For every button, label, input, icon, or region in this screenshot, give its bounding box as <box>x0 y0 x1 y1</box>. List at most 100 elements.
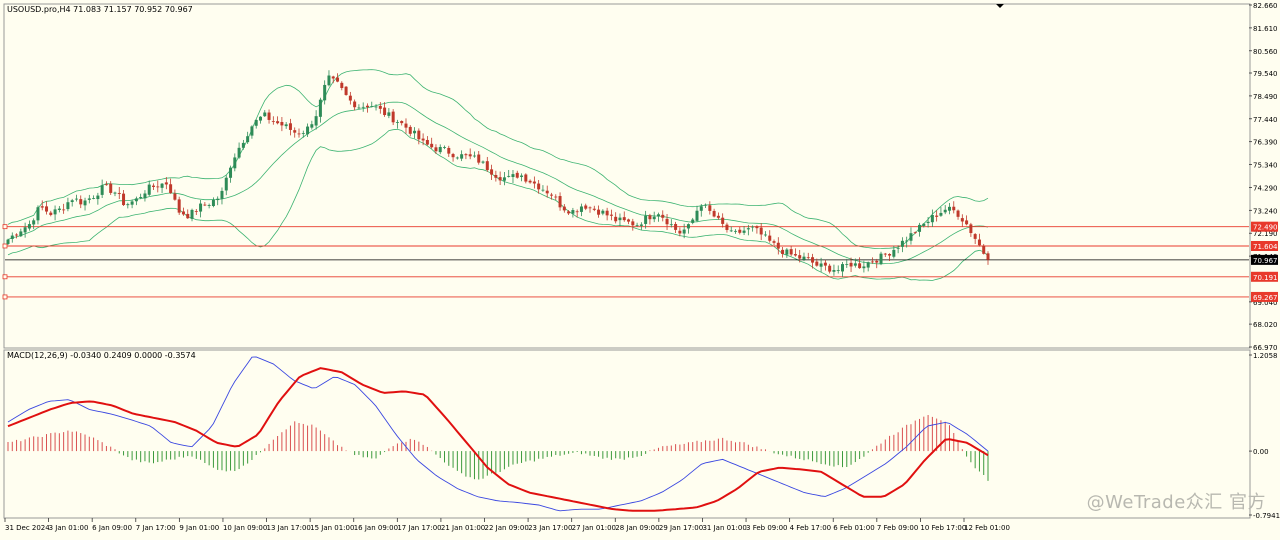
candle-body <box>485 161 489 171</box>
time-axis-label: 3 Feb 09:00 <box>746 524 787 532</box>
candle-body <box>669 224 673 226</box>
candle-body <box>40 206 44 208</box>
price-axis-label: 78.490 <box>1253 93 1278 101</box>
candle-body <box>374 106 378 108</box>
candle-body <box>982 245 986 254</box>
price-axis-label: 75.340 <box>1253 162 1278 170</box>
candle-body <box>656 214 660 217</box>
time-axis-label: 4 Feb 17:00 <box>790 524 831 532</box>
time-axis-label: 9 Jan 01:00 <box>179 524 219 532</box>
candle-body <box>10 235 14 239</box>
candle-body <box>348 95 352 101</box>
candle-body <box>635 224 639 226</box>
candle-body <box>973 234 977 239</box>
time-axis-label: 3 Jan 01:00 <box>49 524 89 532</box>
candle-body <box>318 99 322 117</box>
candle-body <box>464 154 468 156</box>
candle-body <box>960 218 964 222</box>
candle-body <box>935 215 939 217</box>
time-axis-label: 6 Jan 09:00 <box>92 524 132 532</box>
candle-body <box>417 130 421 140</box>
candle-body <box>597 209 601 215</box>
candle-body <box>455 157 459 159</box>
candle-body <box>15 234 19 236</box>
candle-body <box>759 227 763 235</box>
level-handle[interactable] <box>2 224 8 230</box>
price-axis-label: 81.610 <box>1253 25 1278 33</box>
candle-body <box>853 263 857 266</box>
candle-body <box>588 207 592 209</box>
candle-body <box>211 199 215 207</box>
price-axis-label: 76.390 <box>1253 139 1278 147</box>
time-axis-label: 15 Jan 01:00 <box>310 524 354 532</box>
candle-body <box>45 206 49 212</box>
candle-body <box>383 107 387 116</box>
candle-body <box>430 143 434 148</box>
candle-body <box>276 121 280 124</box>
candle-body <box>528 180 532 183</box>
candle-body <box>130 201 134 205</box>
candle-body <box>336 77 340 82</box>
price-axis-label: 79.540 <box>1253 70 1278 78</box>
candle-body <box>36 207 40 221</box>
candle-body <box>400 121 404 124</box>
candle-body <box>729 230 733 232</box>
candle-body <box>862 266 866 269</box>
candle-body <box>233 157 237 169</box>
candle-body <box>947 206 951 211</box>
candle-body <box>327 75 331 86</box>
level-handle[interactable] <box>2 294 8 300</box>
price-level-label: 70.191 <box>1253 274 1278 282</box>
candle-body <box>134 198 138 202</box>
candle-body <box>404 123 408 128</box>
chart-canvas[interactable]: 82.660 81.610 80.560 79.540 78.490 77.440 76.3… <box>0 0 1280 536</box>
candle-body <box>892 249 896 257</box>
candle-body <box>481 161 485 163</box>
time-axis-label: 27 Jan 01:00 <box>572 524 616 532</box>
candle-body <box>532 181 536 184</box>
candle-body <box>83 200 87 206</box>
candle-body <box>203 204 207 206</box>
candle-body <box>789 249 793 255</box>
candle-body <box>190 209 194 219</box>
candle-body <box>177 199 181 213</box>
price-axis-label: 66.970 <box>1253 344 1278 352</box>
candle-body <box>344 86 348 95</box>
candle-body <box>870 261 874 263</box>
candle-body <box>173 193 177 200</box>
price-axis-label: 77.440 <box>1253 116 1278 124</box>
candle-body <box>763 234 767 236</box>
price-level-label: 69.267 <box>1253 294 1278 302</box>
level-handle[interactable] <box>2 243 8 249</box>
candle-body <box>237 147 241 158</box>
candle-body <box>113 192 117 194</box>
candle-body <box>956 210 960 217</box>
candle-body <box>571 210 575 214</box>
candle-body <box>122 193 126 206</box>
price-axis-label: 73.240 <box>1253 207 1278 215</box>
candle-body <box>627 219 631 222</box>
candle-body <box>686 224 690 229</box>
candle-body <box>70 200 74 203</box>
candle-body <box>477 154 481 163</box>
candle-body <box>169 184 173 194</box>
candle-body <box>832 270 836 272</box>
candle-body <box>413 130 417 134</box>
candle-body <box>939 212 943 216</box>
candle-body <box>468 154 472 157</box>
candle-body <box>147 184 151 195</box>
candle-body <box>297 133 301 135</box>
candle-body <box>622 217 626 221</box>
candle-body <box>271 121 275 123</box>
candle-body <box>246 136 250 143</box>
candle-body <box>87 198 91 200</box>
level-handle[interactable] <box>2 274 8 280</box>
macd-header: MACD(12,26,9) -0.0340 0.2409 0.0000 -0.3… <box>7 351 196 360</box>
candle-body <box>828 265 832 272</box>
time-axis-label: 17 Jan 17:00 <box>397 524 441 532</box>
time-axis-label: 21 Jan 01:00 <box>441 524 485 532</box>
candle-body <box>494 174 498 178</box>
candle-body <box>605 210 609 216</box>
candle-body <box>785 249 789 255</box>
candle-body <box>472 155 476 157</box>
